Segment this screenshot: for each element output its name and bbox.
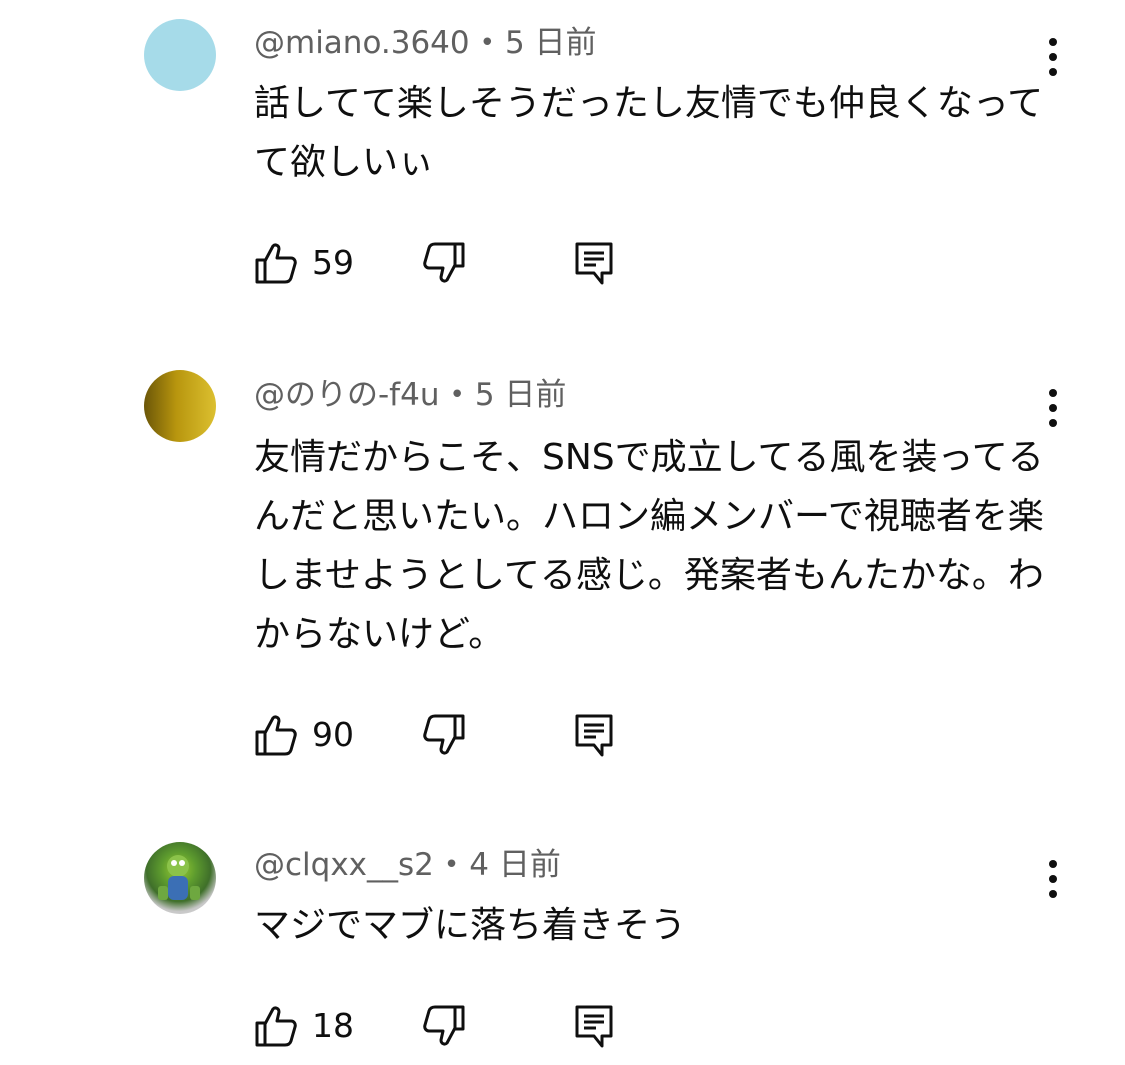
comment-time: 5 日前 [504,25,597,61]
like-count: 90 [312,715,354,754]
avatar[interactable] [144,370,216,442]
author-name[interactable]: @のりの-f4u [254,377,439,413]
comment-text: マジでマブに落ち着きそう [254,905,687,946]
like-button[interactable]: 59 [254,238,364,288]
meta-separator: • [443,850,460,880]
avatar[interactable] [144,19,216,91]
comment-meta: @clqxx__s2 • 4 日前 [254,845,561,885]
like-button[interactable]: 90 [254,710,364,760]
dislike-button[interactable] [422,710,468,760]
avatar[interactable] [144,842,216,914]
more-vert-icon[interactable] [1036,383,1070,433]
thumbs-down-icon [423,242,465,283]
like-button[interactable]: 18 [254,1001,364,1051]
comment-time: 4 日前 [469,847,561,883]
reply-icon [575,1005,613,1048]
thumbs-down-icon [423,1005,465,1046]
meta-separator: • [449,380,465,410]
like-count: 18 [312,1006,354,1045]
reply-button[interactable] [574,238,614,288]
dislike-button[interactable] [422,1001,468,1051]
thumbs-up-icon [255,243,297,284]
comment-text: 話してて楽しそうだったし友情でも仲良くなってて欲しいぃ [254,83,1044,183]
thumbs-down-icon [423,714,465,755]
thumbs-up-icon [255,715,297,756]
meta-separator: • [479,28,495,58]
reply-button[interactable] [574,1001,614,1051]
dislike-button[interactable] [422,238,468,288]
comment-meta: @のりの-f4u • 5 日前 [254,375,566,415]
reply-icon [575,714,613,757]
like-count: 59 [312,243,354,282]
reply-icon [575,242,613,285]
comment-meta: @miano.3640 • 5 日前 [254,23,597,63]
reply-button[interactable] [574,710,614,760]
author-name[interactable]: @clqxx__s2 [254,847,434,883]
author-name[interactable]: @miano.3640 [254,25,470,61]
thumbs-up-icon [255,1006,297,1047]
comment-time: 5 日前 [474,377,567,413]
avatar-figure [158,855,200,900]
comment-text: 友情だからこそ、SNSで成立してる風を装ってるんだと思いたい。ハロン編メンバーで… [254,437,1044,655]
